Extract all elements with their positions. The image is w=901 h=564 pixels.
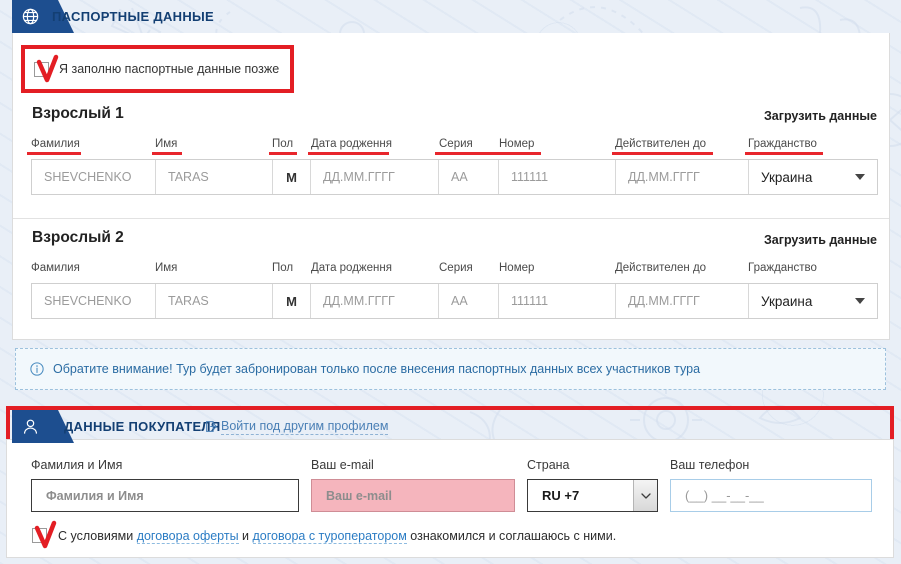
traveller-divider — [13, 218, 889, 219]
country-value: RU +7 — [542, 488, 580, 503]
label-surname-1: Фамилия — [31, 138, 80, 150]
traveller-2-title: Взрослый 2 — [32, 229, 124, 246]
red-check-icon — [36, 54, 59, 82]
label-country: Страна — [527, 458, 570, 472]
label-name-2: Имя — [155, 262, 178, 274]
phone-input[interactable]: (__) __-__-__ — [670, 479, 872, 512]
input-number-2[interactable]: 111111 — [499, 284, 616, 318]
input-birthdate-2[interactable]: ДД.ММ.ГГГГ — [311, 284, 439, 318]
fill-later-highlight-box: Я заполню паспортные данные позже — [21, 45, 294, 93]
label-gender-2: Пол — [272, 262, 294, 274]
relogin-label: Войти под другим профилем — [221, 418, 389, 435]
notice-banner: Обратите внимание! Тур будет забронирова… — [15, 348, 886, 390]
underline-surname-1 — [27, 152, 81, 155]
input-series-2[interactable]: AA — [439, 284, 499, 318]
buyer-tab — [12, 410, 74, 443]
input-gender-1[interactable]: M — [273, 160, 311, 194]
underline-birthdate-1 — [308, 152, 389, 155]
passport-section-header: ПАСПОРТНЫЕ ДАННЫЕ — [0, 0, 901, 33]
country-select[interactable]: RU +7 — [527, 479, 658, 512]
agreement-checkbox[interactable] — [32, 520, 57, 549]
fill-later-checkbox[interactable] — [34, 54, 59, 82]
buyer-title: ДАННЫЕ ПОКУПАТЕЛЯ — [64, 419, 221, 434]
input-number-1[interactable]: 111111 — [499, 160, 616, 194]
agreement-prefix: С условиями — [58, 528, 137, 543]
traveller-2-labels: Фамилия Имя Пол Дата родження Серия Номе… — [0, 262, 901, 284]
upload-data-button-2[interactable]: Загрузить данные — [764, 233, 877, 247]
label-birthdate-2: Дата родження — [311, 262, 392, 274]
input-surname-1[interactable]: SHEVCHENKO — [32, 160, 156, 194]
label-name-1: Имя — [155, 138, 178, 150]
traveller-1-title: Взрослый 1 — [32, 105, 124, 122]
globe-icon — [21, 7, 40, 26]
label-phone: Ваш телефон — [670, 458, 750, 472]
label-valid-until-1: Действителен до — [615, 138, 707, 150]
label-series-2: Серия — [439, 262, 473, 274]
chevron-down-icon — [855, 298, 865, 304]
info-icon — [30, 362, 44, 376]
label-fullname: Фамилия и Имя — [31, 458, 123, 472]
page-title: ПАСПОРТНЫЕ ДАННЫЕ — [52, 9, 215, 24]
underline-citizenship-1 — [745, 152, 823, 155]
label-gender-1: Пол — [272, 138, 294, 150]
input-name-2[interactable]: TARAS — [156, 284, 273, 318]
agreement-middle: и — [238, 528, 253, 543]
input-gender-2[interactable]: M — [273, 284, 311, 318]
label-citizenship-1: Гражданство — [748, 138, 817, 150]
label-number-1: Номер — [499, 138, 535, 150]
underline-gender-1 — [269, 152, 297, 155]
red-check-icon — [34, 520, 57, 549]
input-birthdate-1[interactable]: ДД.ММ.ГГГГ — [311, 160, 439, 194]
underline-name-1 — [152, 152, 182, 155]
traveller-1-labels: Фамилия Имя Пол Дата родження Серия Номе… — [0, 138, 901, 160]
traveller-1-input-row: SHEVCHENKO TARAS M ДД.ММ.ГГГГ AA 111111 … — [31, 159, 878, 195]
select-citizenship-1[interactable]: Украина — [749, 160, 877, 194]
operator-contract-link[interactable]: договора с туроператором — [252, 528, 407, 544]
phone-placeholder: (__) __-__-__ — [685, 488, 764, 503]
notice-text: Обратите внимание! Тур будет забронирова… — [53, 362, 701, 376]
label-citizenship-2: Гражданство — [748, 262, 817, 274]
input-valid-until-1[interactable]: ДД.ММ.ГГГГ — [616, 160, 749, 194]
upload-data-button-1[interactable]: Загрузить данные — [764, 109, 877, 123]
agreement-suffix: ознакомился и соглашаюсь с ними. — [406, 528, 617, 543]
label-birthdate-1: Дата родження — [311, 138, 392, 150]
buyer-section-header: ДАННЫЕ ПОКУПАТЕЛЯ Войти под другим профи… — [6, 410, 894, 443]
label-valid-until-2: Действителен до — [615, 262, 707, 274]
user-icon — [21, 417, 40, 436]
login-icon — [206, 421, 217, 432]
label-series-1: Серия — [439, 138, 473, 150]
citizenship-value-2: Украина — [761, 293, 813, 309]
agreement-text: С условиями договора оферты и договора с… — [58, 528, 617, 544]
chevron-down-icon[interactable] — [633, 480, 657, 511]
underline-series-number-1 — [435, 152, 541, 155]
fullname-placeholder: Фамилия и Имя — [46, 488, 144, 503]
label-surname-2: Фамилия — [31, 262, 80, 274]
traveller-2-input-row: SHEVCHENKO TARAS M ДД.ММ.ГГГГ AA 111111 … — [31, 283, 878, 319]
chevron-down-icon — [855, 174, 865, 180]
select-citizenship-2[interactable]: Украина — [749, 284, 877, 318]
input-valid-until-2[interactable]: ДД.ММ.ГГГГ — [616, 284, 749, 318]
fullname-input[interactable]: Фамилия и Имя — [31, 479, 299, 512]
underline-valid-until-1 — [612, 152, 713, 155]
citizenship-value-1: Украина — [761, 169, 813, 185]
input-surname-2[interactable]: SHEVCHENKO — [32, 284, 156, 318]
relogin-link[interactable]: Войти под другим профилем — [205, 410, 389, 443]
email-input[interactable]: Ваш e-mail — [311, 479, 515, 512]
offer-contract-link[interactable]: договора оферты — [136, 528, 239, 544]
label-number-2: Номер — [499, 262, 535, 274]
input-series-1[interactable]: AA — [439, 160, 499, 194]
agreement-row: С условиями договора оферты и договора с… — [32, 520, 617, 549]
input-name-1[interactable]: TARAS — [156, 160, 273, 194]
fill-later-label: Я заполню паспортные данные позже — [59, 62, 280, 76]
email-placeholder: Ваш e-mail — [326, 488, 392, 503]
label-email: Ваш e-mail — [311, 458, 374, 472]
